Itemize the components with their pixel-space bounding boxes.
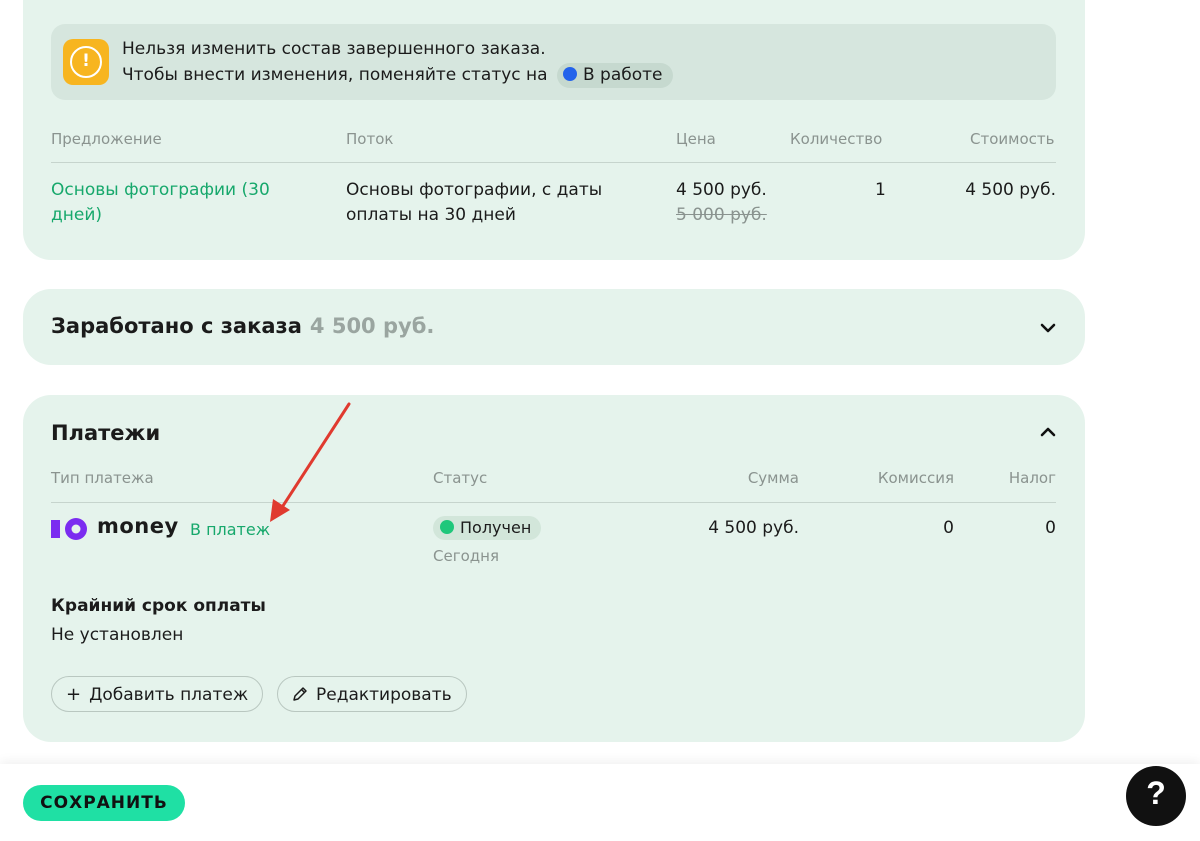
table-divider — [51, 162, 1056, 163]
col-header-tax: Налог — [1008, 469, 1056, 487]
in-progress-status-chip: В работе — [556, 63, 673, 88]
save-button[interactable]: СОХРАНИТЬ — [23, 785, 185, 821]
payment-commission: 0 — [943, 518, 954, 538]
alert-instruction-text: Чтобы внести изменения, поменяйте статус… — [122, 65, 548, 85]
deadline-label: Крайний срок оплаты — [51, 596, 266, 616]
alert-instruction: Чтобы внести изменения, поменяйте статус… — [122, 63, 673, 88]
old-price-value: 5 000 руб. — [676, 205, 767, 225]
col-header-stream: Поток — [346, 130, 394, 148]
payment-status-label: Получен — [460, 518, 532, 537]
stream-name: Основы фотографии, с даты оплаты на 30 д… — [346, 180, 603, 225]
col-header-commission: Комиссия — [877, 469, 954, 487]
add-payment-button[interactable]: + Добавить платеж — [51, 676, 264, 712]
deadline-value: Не установлен — [51, 625, 184, 645]
status-dot-icon — [440, 520, 454, 534]
add-payment-label: Добавить платеж — [89, 685, 249, 705]
edit-payment-button[interactable]: Редактировать — [277, 676, 467, 712]
chevron-down-icon[interactable] — [1038, 318, 1058, 338]
status-dot-icon — [562, 67, 577, 81]
payments-title: Платежи — [51, 421, 161, 445]
col-header-price: Цена — [676, 130, 716, 148]
locked-order-alert: ! Нельзя изменить состав завершенного за… — [51, 24, 1056, 100]
status-chip-label: В работе — [582, 65, 663, 85]
order-items-card: ! Нельзя изменить состав завершенного за… — [23, 0, 1085, 260]
alert-message: Нельзя изменить состав завершенного зака… — [122, 39, 546, 59]
bottom-action-bar: СОХРАНИТЬ — [0, 764, 1200, 841]
col-header-payment-type: Тип платежа — [51, 469, 154, 487]
payment-date: Сегодня — [433, 547, 499, 565]
price-value: 4 500 руб. — [676, 180, 767, 200]
col-header-quantity: Количество — [790, 130, 883, 148]
payments-table-divider — [51, 502, 1056, 503]
chevron-up-icon[interactable] — [1038, 422, 1058, 442]
plus-icon: + — [66, 684, 82, 705]
col-header-status: Статус — [433, 469, 488, 487]
earned-amount: 4 500 руб. — [309, 314, 435, 338]
offer-link[interactable]: Основы фотографии (30 дней) — [51, 178, 301, 228]
warning-icon: ! — [63, 39, 109, 85]
yoomoney-icon — [51, 518, 87, 540]
help-icon: ? — [1146, 775, 1166, 811]
col-header-offer: Предложение — [51, 130, 162, 148]
payment-status-badge: Получен — [433, 516, 542, 540]
earned-title-label: Заработано с заказа — [51, 314, 302, 338]
col-header-amount: Сумма — [747, 469, 799, 487]
earned-title: Заработано с заказа 4 500 руб. — [51, 314, 434, 338]
go-to-payment-link[interactable]: В платеж — [190, 520, 270, 539]
help-button[interactable]: ? — [1126, 766, 1186, 826]
payment-tax: 0 — [1045, 518, 1056, 538]
edit-payment-label: Редактировать — [316, 685, 452, 705]
earned-card[interactable]: Заработано с заказа 4 500 руб. — [23, 289, 1085, 365]
pencil-icon — [293, 687, 307, 701]
yoomoney-wordmark: money — [97, 514, 179, 538]
payment-amount: 4 500 руб. — [708, 518, 799, 538]
col-header-total: Стоимость — [970, 130, 1055, 148]
payments-card: Платежи Тип платежа Статус Сумма Комисси… — [23, 395, 1085, 742]
total-value: 4 500 руб. — [965, 180, 1056, 200]
quantity-value: 1 — [875, 180, 886, 200]
